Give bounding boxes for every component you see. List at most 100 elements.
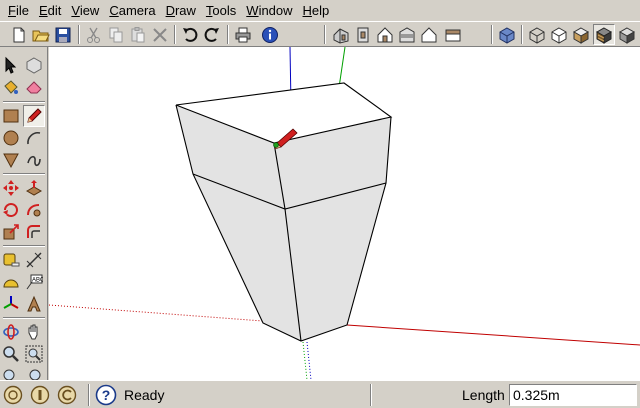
print-button[interactable] [232, 24, 254, 45]
model-canvas [49, 47, 640, 380]
toolbar-separator [521, 25, 523, 44]
menu-view[interactable]: View [66, 1, 104, 20]
measurements-input[interactable]: 0.325m [509, 384, 637, 406]
info-icon [262, 26, 278, 43]
zoom-window-tool[interactable] [23, 343, 45, 365]
dimension-tool[interactable] [23, 249, 45, 271]
view-front-button[interactable] [374, 24, 396, 45]
paint-bucket-tool[interactable] [0, 76, 22, 98]
menu-file[interactable]: File [3, 1, 34, 20]
red-axis [346, 324, 640, 346]
large-tool-set: ABC [0, 47, 48, 381]
toolbar-separator [324, 25, 326, 44]
model-info-button[interactable] [259, 24, 281, 45]
push-pull-tool[interactable] [23, 177, 45, 199]
textured-cube-icon [595, 26, 613, 44]
shaded-button[interactable] [570, 24, 592, 45]
menu-help[interactable]: Help [298, 1, 335, 20]
select-tool[interactable] [0, 54, 22, 76]
save-disk-icon [55, 27, 71, 42]
view-right-button[interactable] [396, 24, 418, 45]
scissors-icon [87, 27, 100, 43]
arc-tool[interactable] [23, 127, 45, 149]
printer-icon [235, 27, 251, 42]
circle-tool[interactable] [0, 127, 22, 149]
account-button[interactable] [56, 384, 78, 406]
make-component-tool[interactable] [23, 54, 45, 76]
copy-button[interactable] [105, 24, 127, 45]
freehand-tool[interactable] [23, 149, 45, 171]
polygon-tool[interactable] [0, 149, 22, 171]
undo-button[interactable] [179, 24, 201, 45]
tape-measure-tool[interactable] [0, 249, 22, 271]
new-file-button[interactable] [8, 24, 30, 45]
circle-icon [3, 130, 19, 146]
standard-toolbar [0, 21, 640, 47]
offset-tool[interactable] [23, 221, 45, 243]
orbit-tool[interactable] [0, 321, 22, 343]
save-button[interactable] [52, 24, 74, 45]
geo-location-icon [3, 385, 23, 405]
text-label-icon: ABC [26, 274, 43, 290]
wireframe-button[interactable] [526, 24, 548, 45]
measurements-label: Length [462, 387, 505, 403]
axes-icon [3, 296, 19, 309]
axes-tool[interactable] [0, 293, 22, 315]
copy-icon [109, 27, 123, 42]
view-top-button[interactable] [352, 24, 374, 45]
left-view-icon [445, 29, 461, 41]
monochrome-button[interactable] [616, 24, 638, 45]
pan-tool[interactable] [23, 321, 45, 343]
protractor-icon [3, 279, 19, 288]
menu-tools[interactable]: Tools [201, 1, 241, 20]
shaded-textures-button[interactable] [593, 24, 615, 45]
menu-window[interactable]: Window [241, 1, 297, 20]
rotate-tool[interactable] [0, 199, 22, 221]
shaded-cube-icon [572, 26, 590, 44]
move-arrows-icon [3, 180, 19, 196]
wireframe-cube-icon [529, 26, 545, 44]
magnifier-icon [3, 346, 19, 362]
drawing-viewport[interactable] [49, 47, 640, 380]
view-left-button[interactable] [442, 24, 464, 45]
toolbar-separator [491, 25, 493, 44]
scale-tool[interactable] [0, 221, 22, 243]
paste-button[interactable] [127, 24, 149, 45]
menu-edit[interactable]: Edit [34, 1, 66, 20]
blue-axis-dotted [306, 341, 312, 380]
open-file-button[interactable] [30, 24, 52, 45]
view-back-button[interactable] [418, 24, 440, 45]
rectangle-tool[interactable] [0, 105, 22, 127]
line-tool[interactable] [23, 105, 45, 127]
view-iso-button[interactable] [330, 24, 352, 45]
toolbar-separator [174, 25, 176, 44]
follow-me-tool[interactable] [23, 199, 45, 221]
eraser-tool[interactable] [23, 76, 45, 98]
xray-button[interactable] [496, 24, 518, 45]
credits-button[interactable] [29, 384, 51, 406]
x-delete-icon [153, 27, 167, 42]
erase-button[interactable] [149, 24, 171, 45]
menu-camera[interactable]: Camera [104, 1, 160, 20]
palette-separator [3, 173, 45, 175]
zoom-tool[interactable] [0, 343, 22, 365]
zoom-window-icon [25, 345, 43, 363]
svg-text:ABC: ABC [32, 278, 43, 284]
help-question-icon: ? [95, 384, 117, 406]
scale-icon [3, 224, 19, 240]
status-separator [88, 384, 90, 406]
instructor-toggle-button[interactable]: ? [95, 384, 117, 406]
menu-draw[interactable]: Draw [161, 1, 201, 20]
protractor-tool[interactable] [0, 271, 22, 293]
3d-text-tool[interactable] [23, 293, 45, 315]
hidden-line-button[interactable] [548, 24, 570, 45]
account-icon [57, 385, 77, 405]
move-tool[interactable] [0, 177, 22, 199]
text-tool[interactable]: ABC [23, 271, 45, 293]
cut-button[interactable] [83, 24, 105, 45]
geo-location-button[interactable] [2, 384, 24, 406]
right-face-lower[interactable] [285, 183, 386, 341]
toolbar-separator [78, 25, 80, 44]
redo-button[interactable] [201, 24, 223, 45]
paint-bucket-icon [4, 80, 18, 94]
